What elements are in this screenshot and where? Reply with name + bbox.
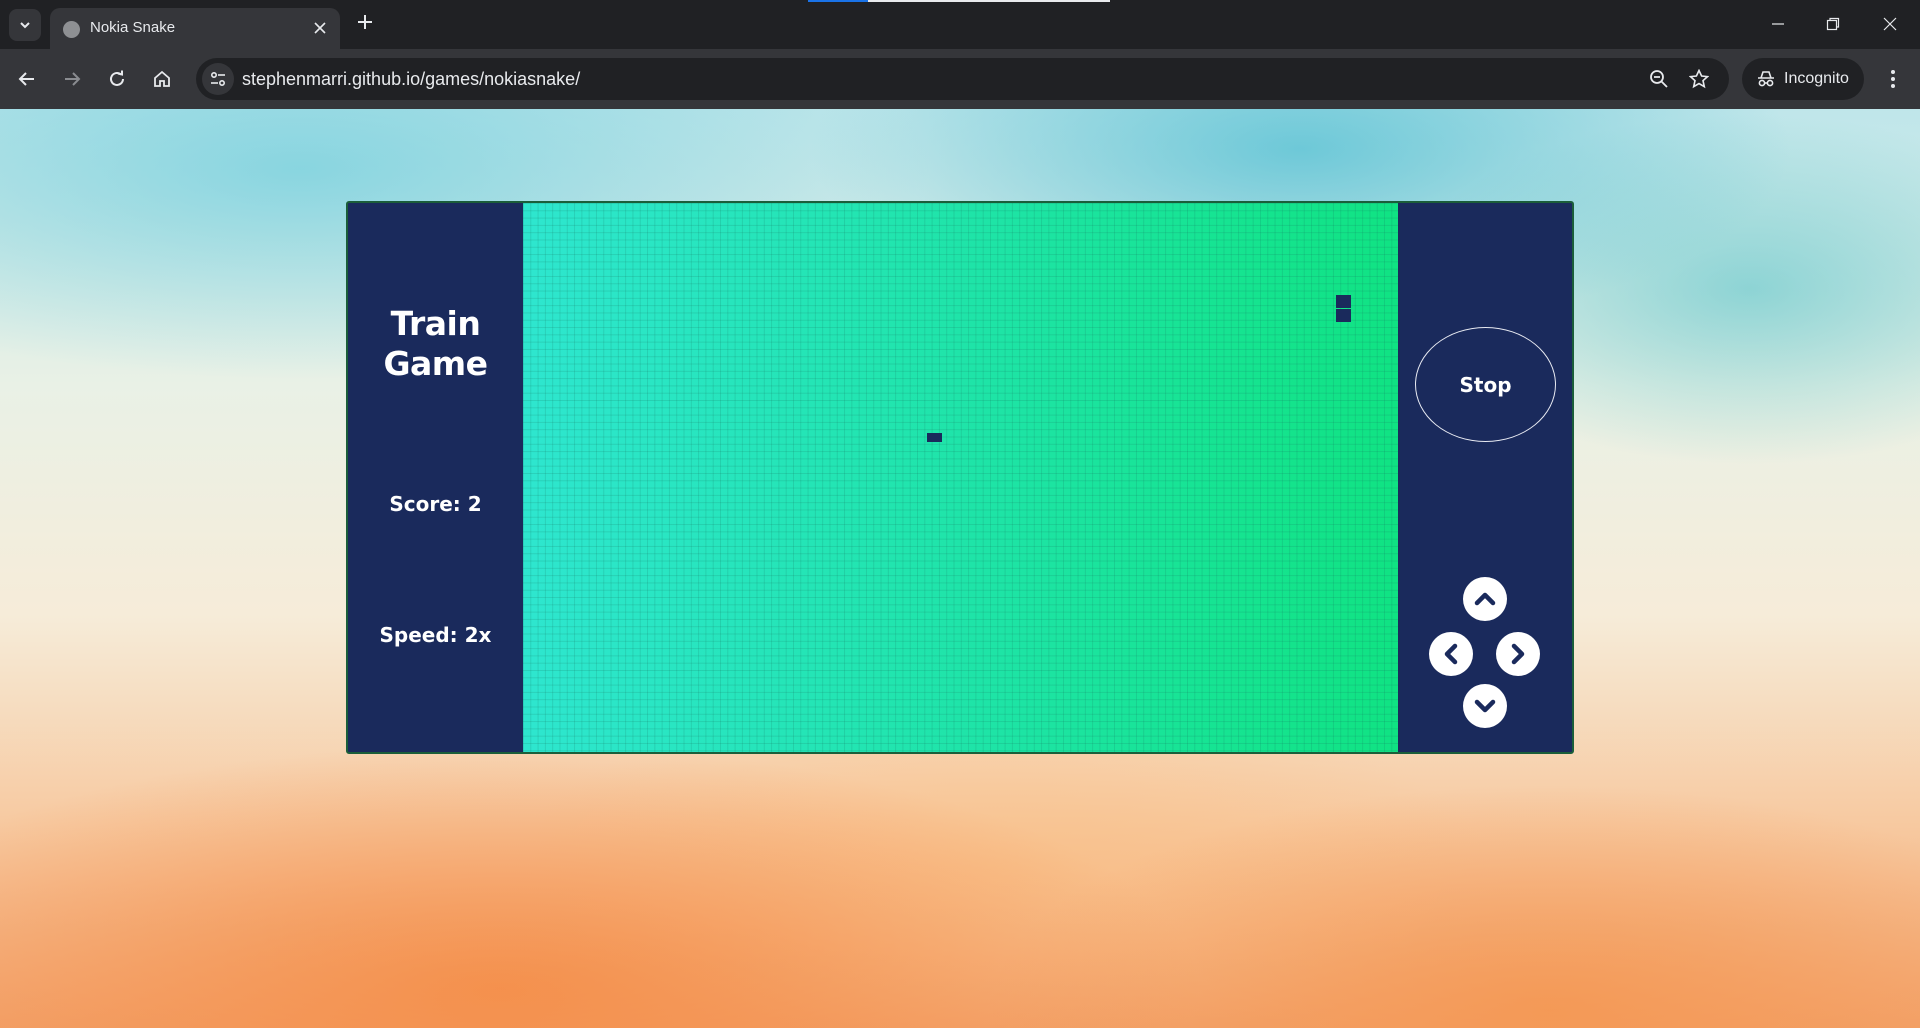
speed-display: Speed: 2x <box>379 623 492 647</box>
stop-button[interactable]: Stop <box>1415 327 1556 442</box>
controls-panel: Stop <box>1398 203 1572 752</box>
incognito-badge[interactable]: Incognito <box>1742 58 1864 100</box>
chevron-right-icon <box>1511 643 1525 665</box>
globe-icon <box>63 21 80 38</box>
down-button[interactable] <box>1463 684 1507 728</box>
tune-icon <box>210 71 226 87</box>
page-background: Train Game Score: 2 Speed: 2x Stop <box>0 109 1920 1028</box>
close-icon <box>1883 17 1897 31</box>
forward-button[interactable] <box>56 63 88 95</box>
up-button[interactable] <box>1463 577 1507 621</box>
food-pellet <box>927 433 942 442</box>
restore-button[interactable] <box>1813 8 1853 40</box>
zoom-button[interactable] <box>1647 67 1671 91</box>
score-display: Score: 2 <box>389 492 482 516</box>
back-button[interactable] <box>11 63 43 95</box>
minimize-button[interactable] <box>1758 8 1798 40</box>
close-icon <box>314 22 326 34</box>
plus-icon <box>358 15 372 29</box>
new-tab-button[interactable] <box>353 10 377 34</box>
snake-segment <box>1336 295 1351 308</box>
home-icon <box>154 70 170 87</box>
kebab-menu-icon <box>1891 70 1895 88</box>
url-text[interactable]: stephenmarri.github.io/games/nokiasnake/ <box>242 69 580 90</box>
chevron-down-icon <box>20 22 30 29</box>
browser-tab[interactable]: Nokia Snake <box>50 8 340 49</box>
address-bar[interactable]: stephenmarri.github.io/games/nokiasnake/ <box>196 58 1729 100</box>
chevron-down-icon <box>1474 699 1496 713</box>
browser-menu-button[interactable] <box>1878 63 1908 95</box>
star-icon <box>1689 69 1709 89</box>
right-button[interactable] <box>1496 632 1540 676</box>
loading-indicator <box>808 0 868 2</box>
close-window-button[interactable] <box>1870 8 1910 40</box>
chevron-left-icon <box>1444 643 1458 665</box>
tab-search-button[interactable] <box>9 9 41 41</box>
incognito-label: Incognito <box>1784 70 1849 87</box>
restore-icon <box>1826 17 1840 31</box>
bookmark-button[interactable] <box>1687 67 1711 91</box>
incognito-icon <box>1758 71 1774 87</box>
tab-title: Nokia Snake <box>90 19 176 36</box>
arrow-left-icon <box>18 72 34 86</box>
site-info-button[interactable] <box>202 63 234 95</box>
reload-button[interactable] <box>101 63 133 95</box>
snake-segment <box>1336 309 1351 322</box>
info-panel: Train Game Score: 2 Speed: 2x <box>348 203 523 752</box>
loading-indicator-track <box>868 0 1110 2</box>
browser-tab-bar: Nokia Snake <box>0 0 1920 49</box>
game-console: Train Game Score: 2 Speed: 2x Stop <box>346 201 1574 754</box>
reload-icon <box>110 70 124 86</box>
chevron-up-icon <box>1474 592 1496 606</box>
browser-toolbar: stephenmarri.github.io/games/nokiasnake/… <box>0 49 1920 109</box>
tab-close-button[interactable] <box>310 18 330 38</box>
home-button[interactable] <box>146 63 178 95</box>
zoom-out-icon <box>1650 70 1668 88</box>
left-button[interactable] <box>1429 632 1473 676</box>
game-board[interactable] <box>523 203 1398 752</box>
arrow-right-icon <box>65 72 81 86</box>
game-title: Train Game <box>383 304 488 383</box>
minimize-icon <box>1772 23 1784 25</box>
